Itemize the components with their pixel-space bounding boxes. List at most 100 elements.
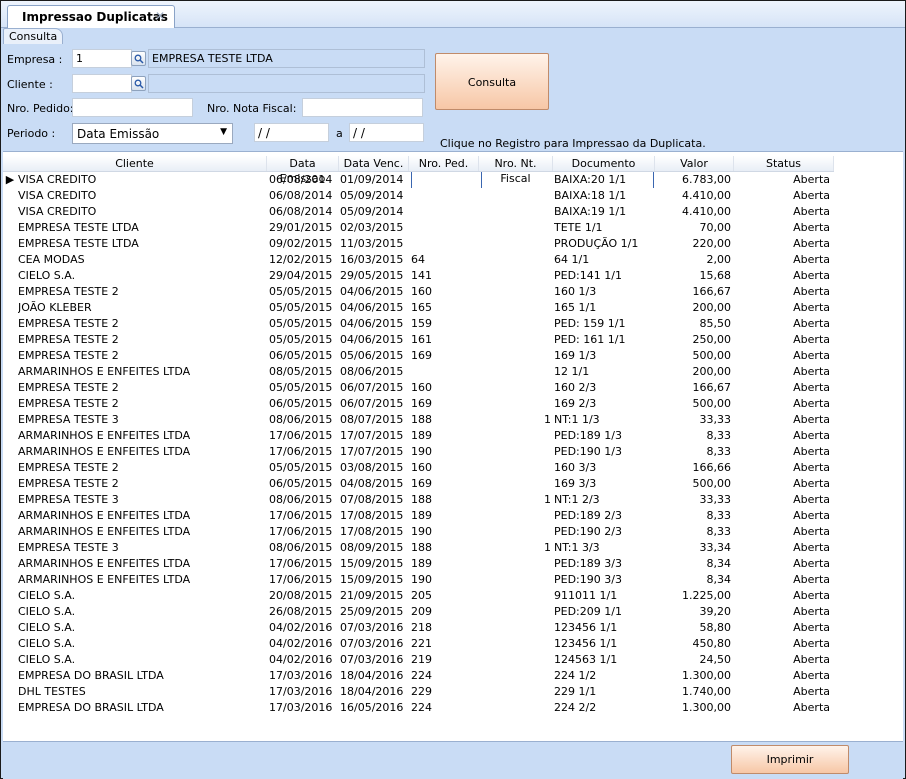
row-indicator (3, 524, 17, 540)
cell-nro-ped: 160 (411, 381, 432, 394)
table-row[interactable]: EMPRESA TESTE 2 05/05/2015 04/06/2015 159 PE… (3, 316, 834, 332)
cell-data-emissao: 05/05/2015 (269, 285, 333, 298)
table-row[interactable]: EMPRESA DO BRASIL LTDA 17/03/2016 18/04/20… (3, 668, 834, 684)
col-valor[interactable]: Valor (655, 156, 734, 171)
table-row[interactable]: CIELO S.A. 04/02/2016 07/03/2016 219 124563 … (3, 652, 834, 668)
table-row[interactable]: CIELO S.A. 20/08/2015 21/09/2015 205 911011 … (3, 588, 834, 604)
cell-data-emissao: 05/05/2015 (269, 317, 333, 330)
date-from-field[interactable]: / / (254, 123, 329, 142)
cell-valor: 8,33 (706, 525, 732, 538)
cell-data-venc: 06/07/2015 (340, 397, 404, 410)
table-row[interactable]: EMPRESA TESTE 3 08/06/2015 08/09/2015 188 1 N… (3, 540, 834, 556)
results-grid: Cliente Data Emissao Data Venc. Nro. Ped… (3, 151, 903, 741)
table-row[interactable]: EMPRESA TESTE 2 05/05/2015 04/06/2015 160 16… (3, 284, 834, 300)
cell-status: Aberta (793, 685, 830, 698)
cell-valor: 1.300,00 (682, 669, 731, 682)
row-indicator (3, 492, 17, 508)
cell-documento: PED:189 1/3 (554, 429, 622, 442)
table-row[interactable]: ▶ VISA CREDITO 06/08/2014 01/09/2014 BAIXA:2… (3, 172, 834, 188)
cell-nro-ped: 224 (411, 669, 432, 682)
table-row[interactable]: VISA CREDITO 06/08/2014 05/09/2014 BAIXA:18… (3, 188, 834, 204)
table-row[interactable]: EMPRESA TESTE 2 05/05/2015 04/06/2015 161 PE… (3, 332, 834, 348)
table-row[interactable]: EMPRESA TESTE 2 05/05/2015 06/07/2015 160 16… (3, 380, 834, 396)
cell-nro-ped: 161 (411, 333, 432, 346)
table-row[interactable]: ARMARINHOS E ENFEITES LTDA 17/06/2015 17/0… (3, 508, 834, 524)
cell-nro-ped: 165 (411, 301, 432, 314)
col-cliente[interactable]: Cliente (3, 156, 267, 171)
search-icon[interactable] (131, 51, 146, 66)
cell-nro-nt-fiscal (481, 220, 551, 236)
col-nro-ped[interactable]: Nro. Ped. (409, 156, 479, 171)
close-icon[interactable]: ✕ (155, 9, 165, 23)
cell-data-emissao: 04/02/2016 (269, 653, 333, 666)
table-row[interactable]: CEA MODAS 12/02/2015 16/03/2015 64 64 1/1 2,0… (3, 252, 834, 268)
table-row[interactable]: EMPRESA TESTE LTDA 29/01/2015 02/03/2015 TE… (3, 220, 834, 236)
tab-impressao-duplicatas[interactable]: Impressao Duplicatas ✕ (7, 5, 175, 28)
table-row[interactable]: EMPRESA TESTE LTDA 09/02/2015 11/03/2015 PR… (3, 236, 834, 252)
cell-nro-nt-fiscal (481, 476, 551, 492)
tab-consulta[interactable]: Consulta (3, 28, 63, 45)
cell-status: Aberta (793, 573, 830, 586)
table-row[interactable]: EMPRESA TESTE 3 08/06/2015 07/08/2015 188 1 N… (3, 492, 834, 508)
cell-cliente: ARMARINHOS E ENFEITES LTDA (18, 525, 191, 538)
pedido-field[interactable] (72, 98, 193, 117)
table-row[interactable]: ARMARINHOS E ENFEITES LTDA 17/06/2015 17/0… (3, 444, 834, 460)
cell-nro-ped: 188 (411, 541, 432, 554)
table-row[interactable]: EMPRESA TESTE 2 06/05/2015 05/06/2015 169 16… (3, 348, 834, 364)
col-documento[interactable]: Documento (553, 156, 655, 171)
consulta-button[interactable]: Consulta (435, 53, 549, 110)
table-row[interactable]: EMPRESA TESTE 3 08/06/2015 08/07/2015 188 1 N… (3, 412, 834, 428)
table-row[interactable]: ARMARINHOS E ENFEITES LTDA 17/06/2015 17/0… (3, 428, 834, 444)
table-row[interactable]: EMPRESA TESTE 2 06/05/2015 04/08/2015 169 16… (3, 476, 834, 492)
cell-cliente: JOÃO KLEBER (18, 301, 92, 314)
nota-fiscal-field[interactable] (302, 98, 423, 117)
table-row[interactable]: ARMARINHOS E ENFEITES LTDA 17/06/2015 17/0… (3, 524, 834, 540)
cell-data-venc: 16/05/2016 (340, 701, 404, 714)
cell-data-emissao: 17/06/2015 (269, 429, 333, 442)
imprimir-button[interactable]: Imprimir (731, 745, 849, 774)
table-row[interactable]: CIELO S.A. 04/02/2016 07/03/2016 218 123456 … (3, 620, 834, 636)
cliente-code-field[interactable] (72, 74, 132, 93)
cell-status: Aberta (793, 461, 830, 474)
pedido-label: Nro. Pedido: (7, 102, 74, 115)
cell-cursor (411, 172, 412, 188)
row-indicator (3, 236, 17, 252)
col-status[interactable]: Status (734, 156, 834, 171)
cell-valor: 200,00 (692, 365, 732, 378)
date-to-field[interactable]: / / (349, 123, 424, 142)
cell-documento: PRODUÇÃO 1/1 (554, 237, 639, 250)
cell-cliente: EMPRESA DO BRASIL LTDA (18, 701, 164, 714)
table-row[interactable]: CIELO S.A. 29/04/2015 29/05/2015 141 PED:141… (3, 268, 834, 284)
row-indicator (3, 268, 17, 284)
search-icon[interactable] (131, 76, 146, 91)
table-row[interactable]: VISA CREDITO 06/08/2014 05/09/2014 BAIXA:19… (3, 204, 834, 220)
cell-valor: 450,80 (692, 637, 732, 650)
row-indicator (3, 348, 17, 364)
table-row[interactable]: CIELO S.A. 26/08/2015 25/09/2015 209 PED:209… (3, 604, 834, 620)
cell-data-emissao: 06/08/2014 (269, 189, 333, 202)
subtab-label: Consulta (9, 30, 58, 43)
empresa-code-field[interactable]: 1 (72, 49, 132, 68)
cell-status: Aberta (793, 237, 830, 250)
col-data-emissao[interactable]: Data Emissao (267, 156, 339, 185)
cell-data-emissao: 17/06/2015 (269, 573, 333, 586)
col-nro-nt-fiscal[interactable]: Nro. Nt. Fiscal (479, 156, 553, 185)
table-row[interactable]: EMPRESA TESTE 2 05/05/2015 03/08/2015 160 16… (3, 460, 834, 476)
cell-data-venc: 04/06/2015 (340, 301, 404, 314)
table-row[interactable]: ARMARINHOS E ENFEITES LTDA 17/06/2015 15/0… (3, 572, 834, 588)
row-indicator (3, 556, 17, 572)
col-data-venc[interactable]: Data Venc. (339, 156, 409, 171)
cell-cliente: EMPRESA TESTE 2 (18, 381, 119, 394)
table-row[interactable]: ARMARINHOS E ENFEITES LTDA 08/05/2015 08/0… (3, 364, 834, 380)
cell-valor: 39,20 (699, 605, 732, 618)
table-row[interactable]: ARMARINHOS E ENFEITES LTDA 17/06/2015 15/0… (3, 556, 834, 572)
cell-nro-ped: 209 (411, 605, 432, 618)
table-row[interactable]: CIELO S.A. 04/02/2016 07/03/2016 221 123456 … (3, 636, 834, 652)
table-row[interactable]: EMPRESA TESTE 2 06/05/2015 06/07/2015 169 16… (3, 396, 834, 412)
cell-nro-ped: 189 (411, 429, 432, 442)
table-row[interactable]: JOÃO KLEBER 05/05/2015 04/06/2015 165 165 1/… (3, 300, 834, 316)
table-row[interactable]: DHL TESTES 17/03/2016 18/04/2016 229 229 1/1… (3, 684, 834, 700)
cell-data-venc: 17/07/2015 (340, 429, 404, 442)
table-row[interactable]: EMPRESA DO BRASIL LTDA 17/03/2016 16/05/20… (3, 700, 834, 716)
periodo-select[interactable]: Data Emissão ▼ (72, 123, 233, 144)
